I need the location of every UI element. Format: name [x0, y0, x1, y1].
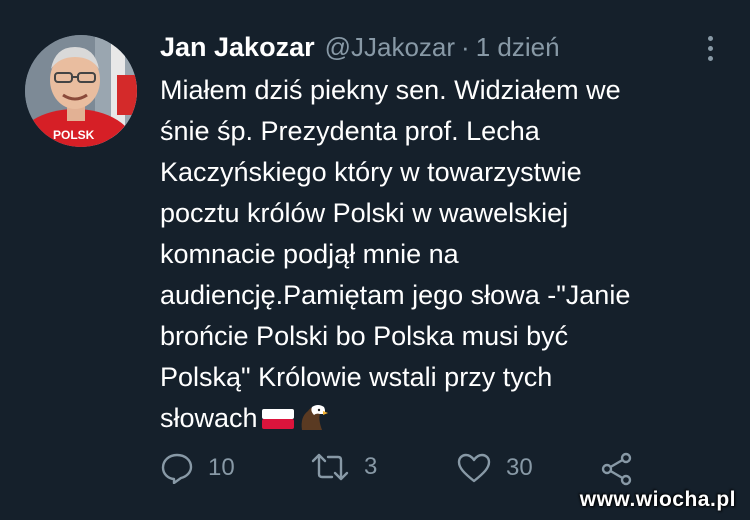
- reply-button[interactable]: 10: [160, 452, 235, 484]
- tweet-text-line: brońcie Polski bo Polska musi być: [160, 321, 569, 351]
- avatar[interactable]: POLSK: [25, 35, 137, 147]
- tweet-text: Miałem dziś piekny sen. Widziałem we śni…: [160, 70, 720, 443]
- avatar-photo: POLSK: [25, 35, 137, 147]
- tweet-text-line: Polską" Królowie wstali przy tych: [160, 362, 553, 392]
- retweet-button[interactable]: 3: [310, 452, 377, 482]
- author-handle[interactable]: @JJakozar: [325, 32, 455, 63]
- more-options-icon[interactable]: [700, 36, 720, 68]
- retweet-count: 3: [364, 453, 378, 480]
- watermark: www.wiocha.pl: [579, 488, 736, 511]
- tweet-header: Jan Jakozar @JJakozar · 1 dzień: [160, 32, 560, 66]
- like-count: 30: [506, 454, 533, 481]
- share-button[interactable]: [600, 452, 634, 486]
- reply-icon: [161, 453, 193, 484]
- tweet-text-line: komnacie podjął mnie na: [160, 239, 459, 269]
- tweet-text-line: audiencję.Pamiętam jego słowa -"Janie: [160, 280, 631, 310]
- tweet-text-line: słowach: [160, 403, 258, 433]
- separator-dot: ·: [461, 32, 470, 62]
- author-name[interactable]: Jan Jakozar: [160, 32, 315, 63]
- tweet-actions: 10 3 30: [160, 452, 640, 488]
- avatar-shirt-text: POLSK: [53, 128, 95, 142]
- retweet-icon: [311, 453, 349, 481]
- tweet-text-line: śnie śp. Prezydenta prof. Lecha: [160, 116, 540, 146]
- tweet-text-line: Kaczyńskiego który w towarzystwie: [160, 157, 582, 187]
- tweet-time[interactable]: 1 dzień: [476, 32, 560, 63]
- tweet-text-line: Miałem dziś piekny sen. Widziałem we: [160, 75, 621, 105]
- reply-count: 10: [208, 454, 235, 481]
- share-icon: [601, 452, 632, 486]
- flag-poland-icon: [261, 402, 294, 443]
- tweet-text-line: pocztu królów Polski w wawelskiej: [160, 198, 569, 228]
- eagle-icon: [298, 402, 328, 443]
- like-button[interactable]: 30: [456, 452, 533, 484]
- tweet-text-last-line: słowach: [160, 398, 720, 443]
- heart-icon: [457, 453, 491, 483]
- tweet-card: POLSK Jan Jakozar @JJakozar · 1 dzień Mi…: [0, 0, 750, 520]
